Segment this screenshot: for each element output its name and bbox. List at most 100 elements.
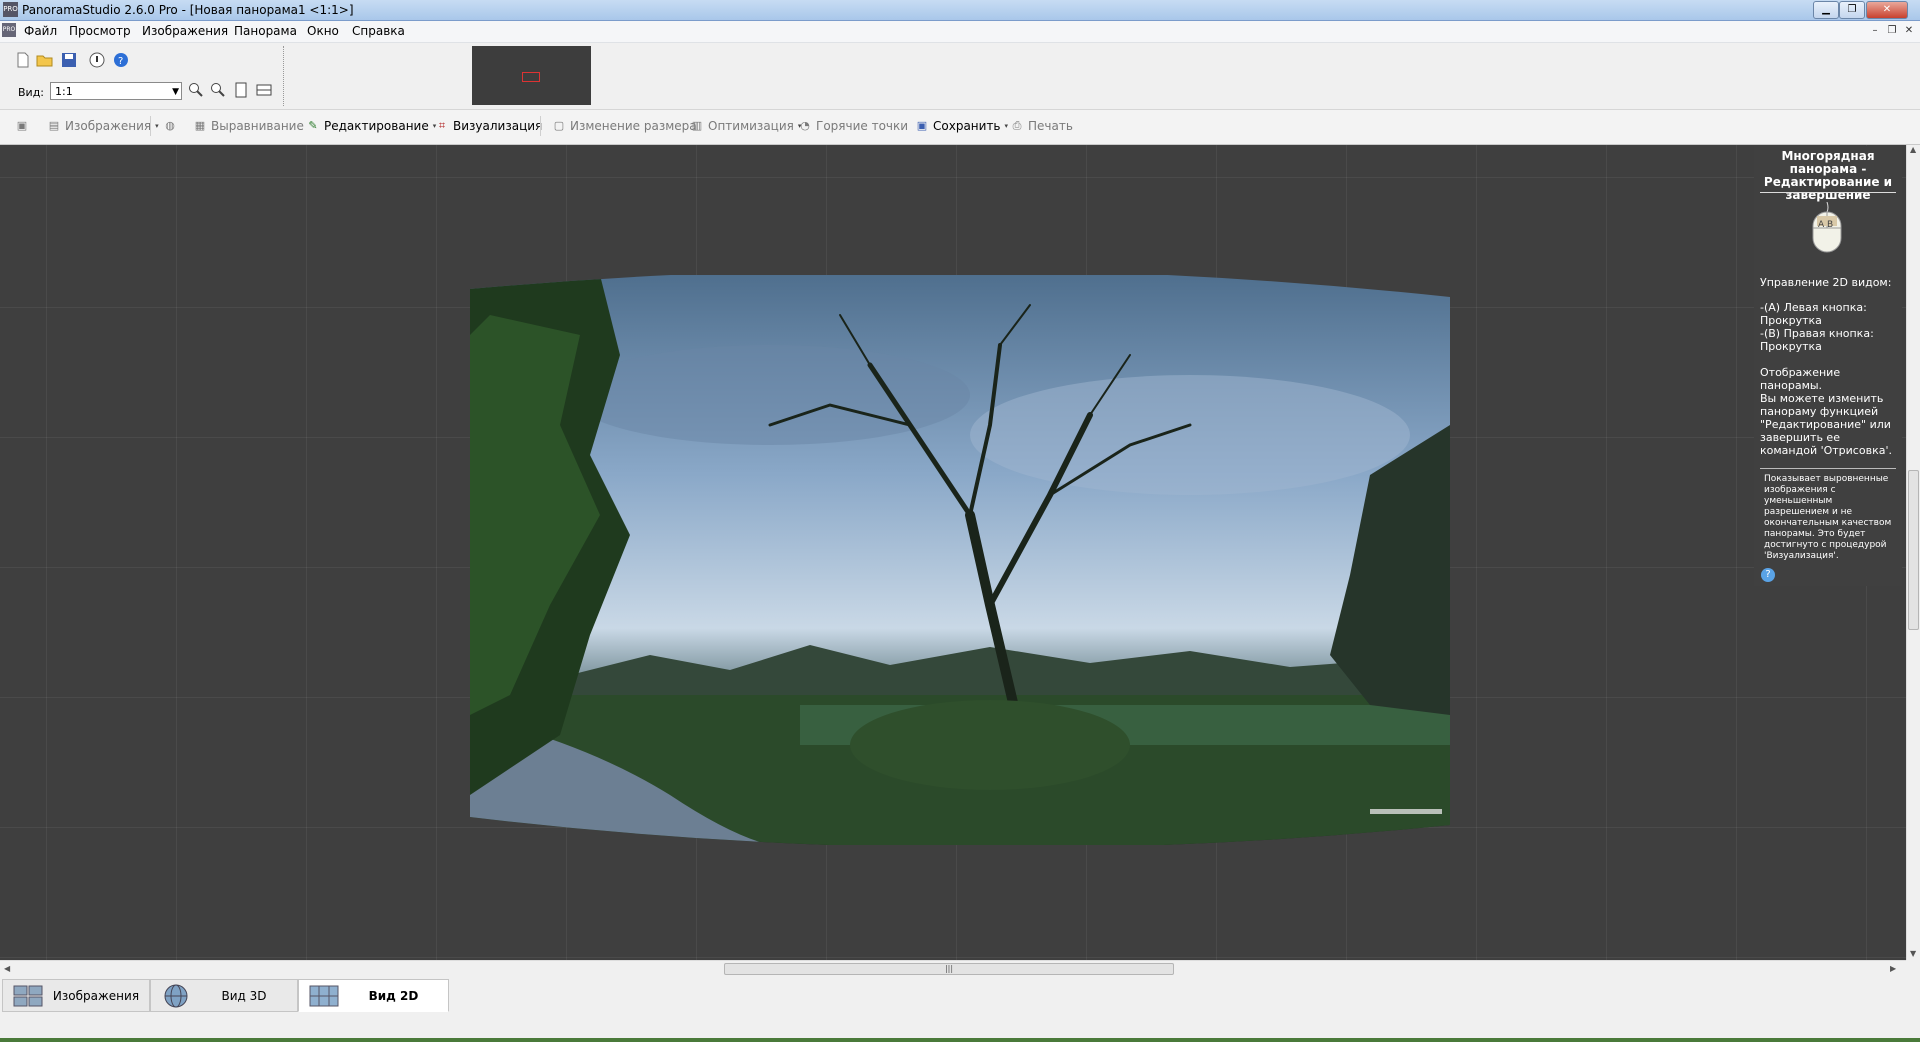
document-system-icon[interactable]: PRO (2, 23, 16, 37)
help-control-body: -(A) Левая кнопка: Прокрутка -(B) Правая… (1760, 301, 1874, 353)
stitch-button[interactable]: ◍ (163, 119, 177, 133)
images-icon: ▤ (48, 119, 60, 132)
zoom-out-icon[interactable] (209, 82, 227, 100)
camera-add-icon: ▣ (16, 119, 28, 132)
open-folder-icon[interactable] (36, 52, 54, 70)
navigator-viewport-marker[interactable] (522, 72, 540, 82)
optimize-icon: ▥ (691, 119, 703, 132)
horizontal-scrollbar[interactable]: ◀ ||| ▶ (0, 960, 1906, 977)
menu-view[interactable]: Просмотр (67, 24, 133, 38)
workflow-print-button[interactable]: ⎙ Печать (1010, 119, 1073, 133)
mouse-buttons-label: A B (1818, 220, 1834, 230)
workflow-hotspots-button[interactable]: ◔ Горячие точки (798, 119, 908, 133)
panorama-2d-canvas[interactable] (0, 145, 1906, 960)
workflow-align-button[interactable]: ▦ Выравнивание (193, 119, 304, 133)
workflow-print-label: Печать (1028, 119, 1073, 133)
help-divider (1760, 468, 1896, 469)
workflow-resize-button[interactable]: ▢ Изменение размера (552, 119, 697, 133)
minimize-button[interactable]: ▁ (1813, 1, 1839, 19)
align-icon: ▦ (194, 119, 206, 132)
vertical-scroll-thumb[interactable] (1908, 470, 1919, 630)
workflow-align-label: Выравнивание (211, 119, 304, 133)
workflow-edit-button[interactable]: ✎ Редактирование ▾ (306, 119, 436, 133)
help-title: Многорядная панорама - Редактирование и … (1763, 149, 1893, 202)
help-note: Показывает выровненные изображения с уме… (1764, 474, 1892, 561)
workflow-images-label: Изображения (65, 119, 152, 133)
tab-2d-view[interactable]: Вид 2D (298, 979, 449, 1012)
title-bar: PRO PanoramaStudio 2.6.0 Pro - [Новая па… (0, 0, 1920, 21)
view-zoom-select[interactable]: 1:1 ▼ (50, 82, 182, 100)
print-icon: ⎙ (1012, 119, 1022, 132)
save-icon[interactable] (60, 52, 78, 70)
chevron-down-icon: ▼ (172, 87, 179, 97)
toolbar-separator (540, 116, 541, 136)
help-divider (1760, 192, 1896, 193)
zoom-in-icon[interactable] (187, 82, 205, 100)
toolbar-grip (283, 46, 287, 106)
scroll-left-icon[interactable]: ◀ (4, 964, 10, 973)
workflow-visualize-label: Визуализация (453, 119, 543, 133)
help-panel: Многорядная панорама - Редактирование и … (1754, 146, 1902, 586)
hotspot-icon: ◔ (800, 119, 810, 132)
info-icon[interactable]: ? (1761, 568, 1775, 582)
view-label: Вид: (18, 86, 45, 99)
tab-3d-view-label: Вид 3D (221, 988, 267, 1003)
globe-icon (164, 984, 188, 1007)
vertical-scrollbar[interactable]: ▲ ▼ (1906, 145, 1920, 960)
zoom-fit-height-icon[interactable] (232, 82, 250, 100)
window-title: PanoramaStudio 2.6.0 Pro - [Новая панора… (22, 3, 354, 17)
scroll-up-icon[interactable]: ▲ (1910, 145, 1916, 154)
menu-panorama[interactable]: Панорама (232, 24, 299, 38)
horizontal-scroll-thumb[interactable]: ||| (724, 963, 1174, 975)
pencil-icon: ✎ (308, 119, 318, 132)
save-icon: ▣ (916, 119, 928, 132)
panorama-grid-icon (309, 985, 339, 1006)
stitch-icon: ◍ (165, 119, 175, 132)
scroll-down-icon[interactable]: ▼ (1910, 949, 1916, 958)
help-edit-hint: Вы можете изменить панораму функцией "Ре… (1760, 392, 1892, 457)
tab-2d-view-label: Вид 2D (368, 988, 419, 1003)
help-icon[interactable]: ? (112, 52, 130, 70)
mdi-minimize-button[interactable]: – (1868, 24, 1882, 38)
maximize-button[interactable]: ❐ (1839, 1, 1865, 19)
help-display-text: Отображение панорамы. (1760, 366, 1841, 392)
crop-icon: ⌗ (438, 119, 446, 132)
menu-bar: PRO Файл Просмотр Изображения Панорама О… (0, 21, 1920, 43)
status-line (0, 1038, 1920, 1042)
main-toolbar (0, 43, 1920, 110)
tab-images-label: Изображения (52, 988, 140, 1003)
mdi-close-button[interactable]: ✕ (1902, 24, 1916, 38)
menu-help[interactable]: Справка (350, 24, 407, 38)
zoom-fit-window-icon[interactable] (255, 82, 273, 100)
workflow-hotspots-label: Горячие точки (816, 119, 909, 133)
resize-icon: ▢ (553, 119, 565, 132)
workflow-optimize-button[interactable]: ▥ Оптимизация ▾ (690, 119, 802, 133)
info-icon[interactable] (88, 52, 106, 70)
workflow-visualize-button[interactable]: ⌗ Визуализация (435, 119, 542, 133)
mdi-restore-button[interactable]: ❐ (1885, 24, 1899, 38)
images-grid-icon (13, 985, 43, 1006)
close-button[interactable]: ✕ (1866, 1, 1908, 19)
panorama-image[interactable] (470, 275, 1450, 845)
help-control-title: Управление 2D видом: (1760, 276, 1892, 289)
tab-3d-view[interactable]: Вид 3D (150, 979, 298, 1012)
workflow-save-button[interactable]: ▣ Сохранить ▾ (915, 119, 1008, 133)
menu-file[interactable]: Файл (22, 24, 59, 38)
navigator-thumbnail[interactable] (472, 46, 591, 105)
workflow-images-button[interactable]: ▤ Изображения ▾ (47, 119, 159, 133)
workflow-optimize-label: Оптимизация (708, 119, 794, 133)
menu-window[interactable]: Окно (305, 24, 341, 38)
toolbar-separator (150, 116, 151, 136)
workflow-resize-label: Изменение размера (570, 119, 697, 133)
tab-images[interactable]: Изображения (2, 979, 150, 1012)
dropdown-arrow-icon[interactable]: ▾ (155, 122, 159, 130)
dropdown-arrow-icon[interactable]: ▾ (1005, 122, 1009, 130)
workflow-save-label: Сохранить (933, 119, 1001, 133)
scroll-right-icon[interactable]: ▶ (1890, 964, 1896, 973)
menu-images[interactable]: Изображения (140, 24, 230, 38)
svg-text:?: ? (118, 56, 123, 67)
new-file-icon[interactable] (14, 52, 32, 70)
view-tab-bar: Изображения Вид 3D Вид 2D (0, 977, 1920, 1015)
workflow-edit-label: Редактирование (324, 119, 429, 133)
add-images-button[interactable]: ▣ (15, 119, 29, 133)
